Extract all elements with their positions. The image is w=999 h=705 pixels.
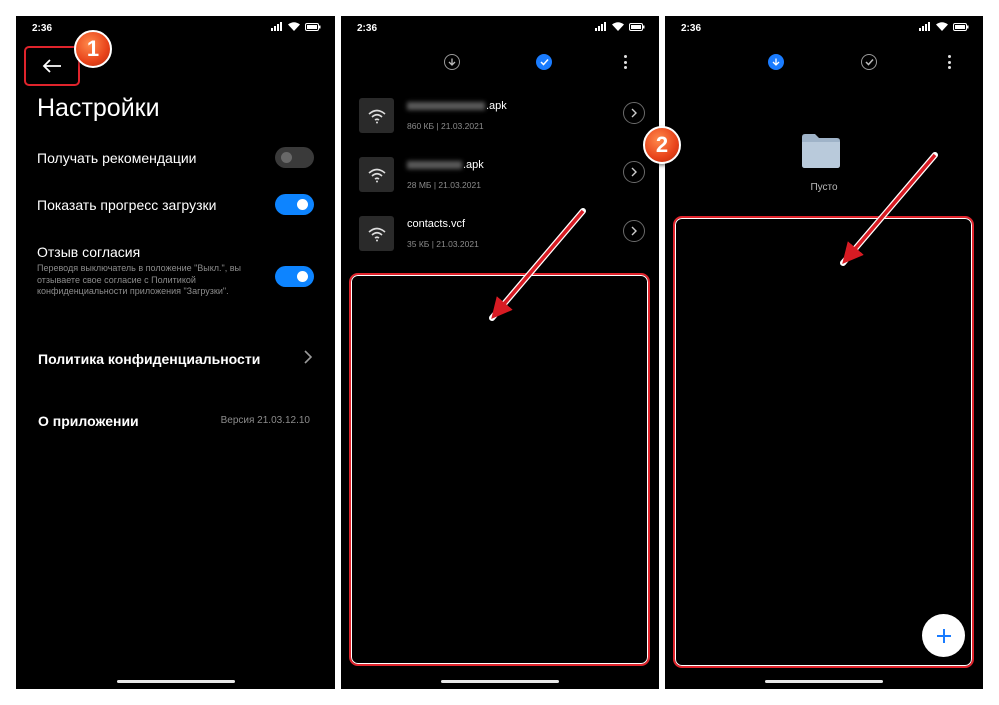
vcf-file-icon [359,216,394,251]
file-name: contacts.vcf [407,218,466,230]
setting-consent-label: Отзыв согласия [37,244,141,260]
chevron-right-icon [304,350,312,364]
open-file-button[interactable] [623,220,645,242]
settings-screen: 2:36 Настройки Получать рекомендации Пок… [16,16,335,689]
list-item[interactable]: .apk 28 МБ | 21.03.2021 [359,157,645,197]
file-name: .apk [407,159,484,171]
battery-icon [953,22,969,31]
file-meta: 860 КБ | 21.03.2021 [407,121,484,131]
home-indicator[interactable] [116,680,235,683]
back-button[interactable] [24,46,80,86]
status-icons [271,22,321,31]
status-bar: 2:36 [665,16,983,42]
status-bar: 2:36 [16,16,335,42]
setting-consent-description: Переводя выключатель в положение "Выкл."… [37,263,242,296]
status-icons [919,22,969,31]
signal-icon [271,22,282,31]
battery-icon [629,22,645,31]
wifi-icon [936,22,948,31]
page-title: Настройки [37,94,160,122]
arrow-left-icon [42,59,61,73]
more-menu-button[interactable] [621,54,629,70]
wifi-icon [612,22,624,31]
check-icon [539,58,549,66]
step-2-badge: 2 [643,126,681,164]
status-time: 2:36 [681,23,702,34]
home-indicator[interactable] [441,680,559,683]
highlighted-empty-area [349,273,650,666]
home-indicator[interactable] [765,680,883,683]
plus-icon [936,628,951,643]
step-1-badge: 1 [74,30,112,68]
highlighted-empty-area [673,216,974,668]
signal-icon [595,22,606,31]
setting-recommendations-label: Получать рекомендации [37,150,197,166]
tab-downloading[interactable] [444,54,460,70]
add-download-button[interactable] [922,614,965,657]
tab-downloading[interactable] [768,54,784,70]
recommendations-toggle[interactable] [275,147,314,168]
file-name: .apk [407,100,507,112]
version-text: Версия 21.03.12.10 [220,415,310,426]
list-item[interactable]: .apk 860 КБ | 21.03.2021 [359,98,645,138]
tab-completed[interactable] [861,54,877,70]
downloads-completed-screen: 2:36 .apk 860 КБ | 21.03.2021 .apk 28 МБ… [341,16,659,689]
more-menu-button[interactable] [945,54,953,70]
list-item[interactable]: contacts.vcf 35 КБ | 21.03.2021 [359,216,645,256]
status-time: 2:36 [32,23,53,34]
wifi-icon [288,22,300,31]
progress-toggle[interactable] [275,194,314,215]
privacy-policy-link[interactable]: Политика конфиденциальности [38,351,260,367]
download-arrow-icon [448,58,456,66]
consent-toggle[interactable] [275,266,314,287]
apk-file-icon [359,98,394,133]
open-file-button[interactable] [623,102,645,124]
chevron-right-icon [631,108,637,118]
download-arrow-icon [772,58,780,66]
file-meta: 35 КБ | 21.03.2021 [407,239,479,249]
file-meta: 28 МБ | 21.03.2021 [407,180,481,190]
about-app-item[interactable]: О приложении [38,413,139,429]
status-icons [595,22,645,31]
chevron-right-icon [631,226,637,236]
setting-progress-label: Показать прогресс загрузки [37,197,217,213]
status-bar: 2:36 [341,16,659,42]
folder-icon [802,134,840,168]
apk-file-icon [359,157,394,192]
downloads-in-progress-screen: 2:36 Пусто [665,16,983,689]
empty-state-label: Пусто [810,182,838,193]
tab-completed[interactable] [536,54,552,70]
chevron-right-icon [631,167,637,177]
check-icon [864,58,874,66]
status-time: 2:36 [357,23,378,34]
battery-icon [305,22,321,31]
open-file-button[interactable] [623,161,645,183]
signal-icon [919,22,930,31]
